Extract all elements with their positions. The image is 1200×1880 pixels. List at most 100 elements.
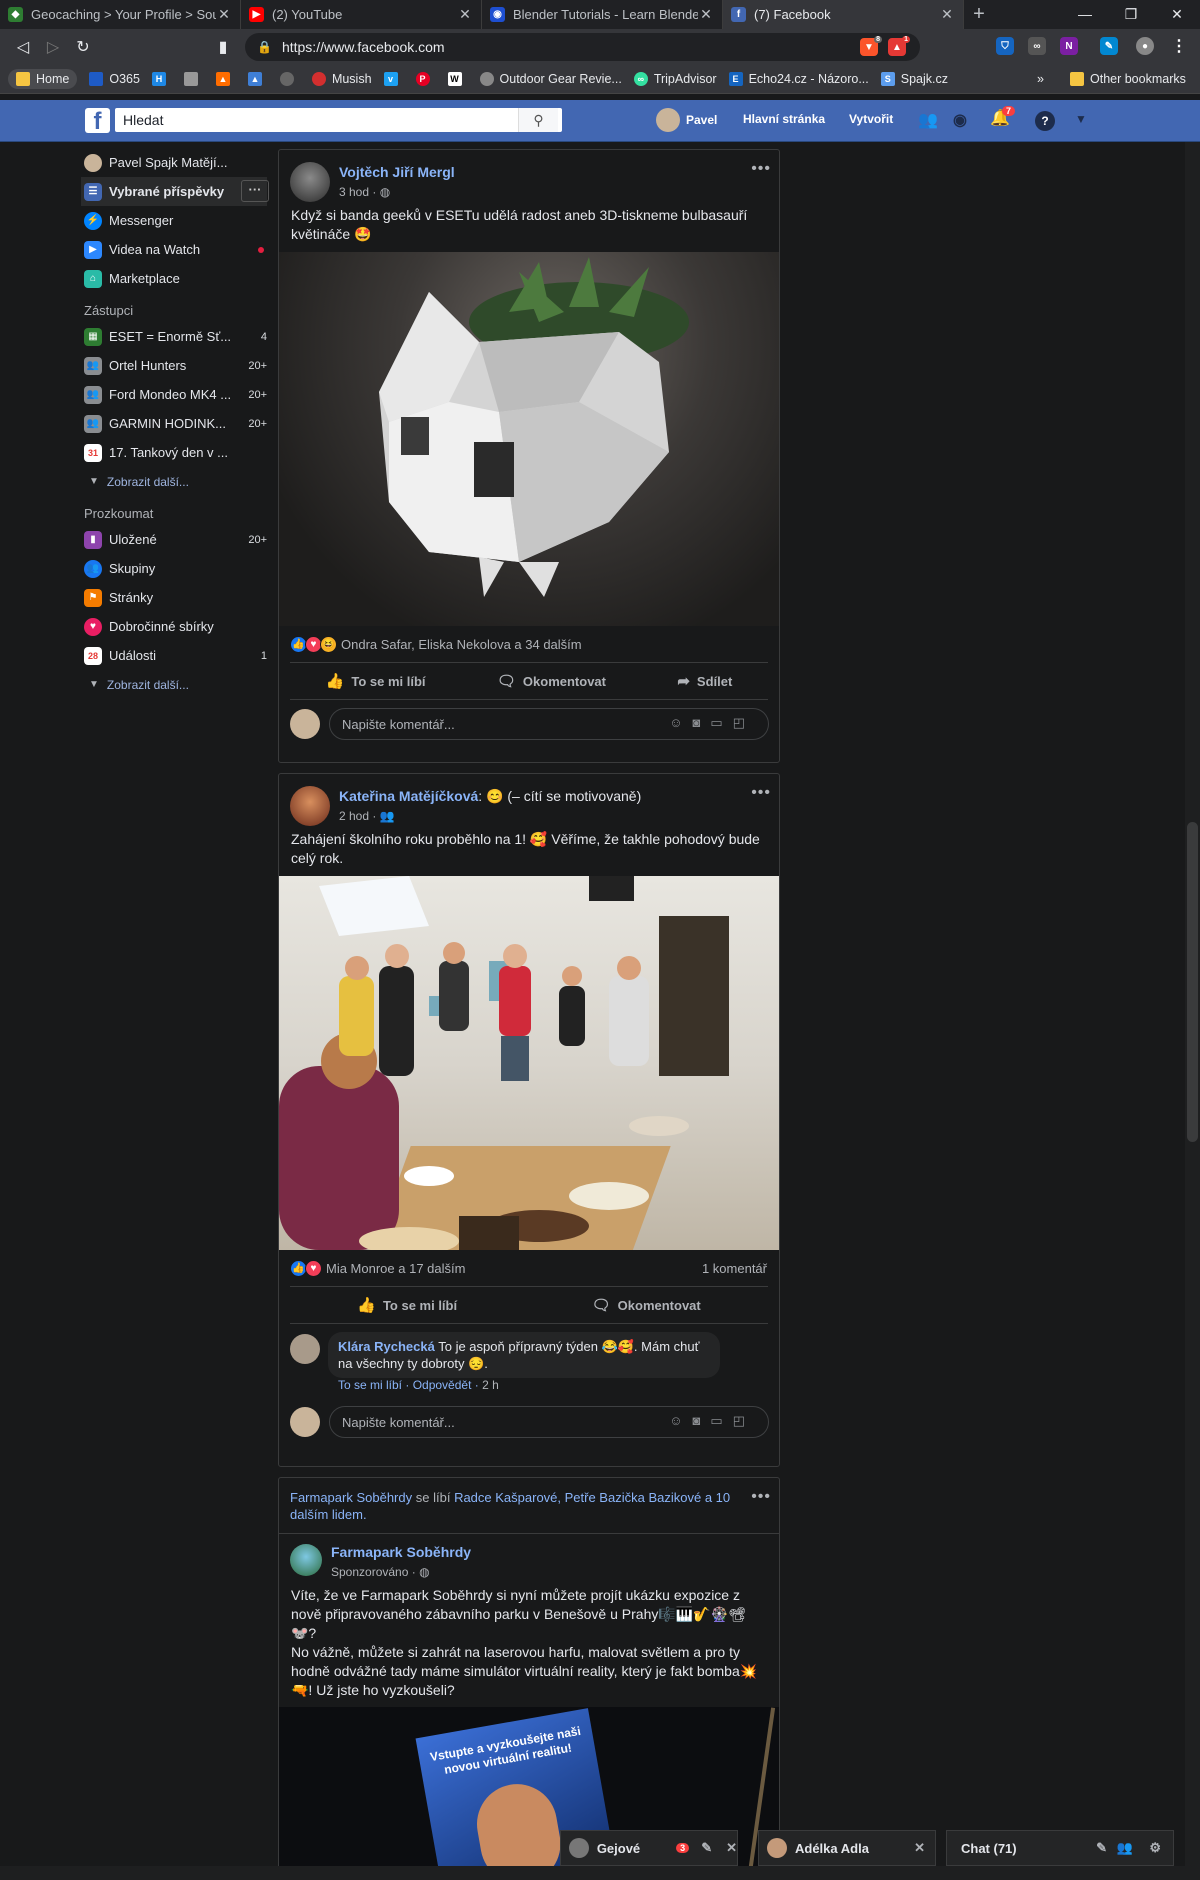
comment-time[interactable]: 2 h [482, 1378, 499, 1392]
sidebar-item-saved[interactable]: ▮ Uložené 20+ [84, 525, 267, 554]
bookmark-wikipedia[interactable]: W [447, 72, 468, 86]
sidebar-item-messenger[interactable]: ⚡ Messenger [84, 206, 267, 235]
show-more-explore[interactable]: ▼ Zobrazit další... [84, 670, 267, 699]
close-icon[interactable]: ✕ [726, 1840, 737, 1856]
brave-shield-icon[interactable]: 8 ▼ [860, 36, 882, 56]
bookmark-home[interactable]: Home [8, 69, 78, 89]
comments-count[interactable]: 1 komentář [702, 1261, 767, 1276]
bookmark-apple[interactable] [183, 72, 204, 86]
messenger-icon[interactable]: ◉ [953, 110, 967, 130]
tab-youtube[interactable]: ▶ (2) YouTube ✕ [241, 0, 482, 29]
context-page-link[interactable]: Farmapark Soběhrdy [290, 1490, 412, 1505]
help-icon[interactable]: ? [1035, 111, 1055, 131]
profile-link[interactable]: Pavel [656, 108, 717, 132]
home-link[interactable]: Hlavní stránka [743, 112, 825, 126]
sidebar-item-watch[interactable]: ▶ Videa na Watch [84, 235, 267, 264]
comment-author[interactable]: Klára Rychecká [338, 1339, 435, 1354]
comment-like-link[interactable]: To se mi líbí [338, 1378, 402, 1392]
other-bookmarks[interactable]: Other bookmarks [1070, 72, 1186, 86]
account-menu-icon[interactable]: ▼ [1075, 112, 1087, 126]
minimize-icon[interactable]: — [1062, 0, 1108, 29]
close-icon[interactable]: ✕ [914, 1840, 925, 1856]
bookmark-vimeo[interactable]: v [383, 72, 404, 86]
sidebar-item-garmin[interactable]: 👥 GARMIN HODINK... 20+ [84, 409, 267, 438]
avatar[interactable] [290, 162, 330, 202]
extension-icon[interactable]: ✎ [1100, 37, 1118, 55]
search-icon[interactable]: ⚲ [518, 108, 558, 132]
close-icon[interactable]: ✕ [457, 6, 473, 23]
back-icon[interactable]: ◁ [8, 37, 38, 57]
group-icon[interactable]: 👥 [1117, 1840, 1133, 1856]
post-author[interactable]: Kateřina Matějíčková: 😊 (– cítí se motiv… [339, 788, 641, 805]
post-time[interactable]: 2 hod · 👥 [339, 809, 395, 823]
compose-icon[interactable]: ✎ [1096, 1840, 1107, 1856]
camera-icon[interactable]: ◙ [693, 1413, 711, 1428]
comment-button[interactable]: 🗨 Okomentovat [497, 672, 606, 690]
brave-rewards-icon[interactable]: ▲ 1 [888, 36, 910, 56]
bookmark-pinterest[interactable]: P [415, 72, 436, 86]
create-link[interactable]: Vytvořit [849, 112, 893, 126]
post-author[interactable]: Farmapark Soběhrdy [331, 1544, 471, 1560]
bookmark-spajk[interactable]: S Spajk.cz [880, 72, 948, 86]
sidebar-item-ford-mondeo[interactable]: 👥 Ford Mondeo MK4 ... 20+ [84, 380, 267, 409]
camera-icon[interactable]: ◙ [693, 715, 711, 730]
share-button[interactable]: ➦ Sdílet [677, 672, 732, 690]
reactions-summary[interactable]: 👍 ♥ 😆 Ondra Safar, Eliska Nekolova a 34 … [279, 626, 779, 662]
close-icon[interactable]: ✕ [216, 6, 232, 23]
more-options-button[interactable]: ··· [241, 180, 269, 202]
sidebar-item-tank-day[interactable]: 31 17. Tankový den v ... [84, 438, 267, 467]
sidebar-item-fundraisers[interactable]: ♥ Dobročinné sbírky [84, 612, 267, 641]
close-icon[interactable]: ✕ [939, 6, 955, 23]
sidebar-item-marketplace[interactable]: ⌂ Marketplace [84, 264, 267, 293]
extension-shield-icon[interactable]: ⛉ [996, 37, 1014, 55]
friend-requests-icon[interactable]: 👥 [918, 110, 938, 130]
tab-blender[interactable]: ◉ Blender Tutorials - Learn Blender ✕ [482, 0, 723, 29]
tab-facebook[interactable]: f (7) Facebook ✕ [723, 0, 964, 29]
bookmark-icon-3[interactable]: ▲ [215, 72, 236, 86]
close-window-icon[interactable]: ✕ [1154, 0, 1200, 29]
emoji-icon[interactable]: ☺ [669, 715, 692, 730]
post-author[interactable]: Vojtěch Jiří Mergl [339, 164, 455, 180]
post-image[interactable] [279, 252, 779, 626]
sticker-icon[interactable]: ◰ [733, 1413, 755, 1428]
bookmarks-overflow-button[interactable]: » [1037, 72, 1044, 86]
gif-icon[interactable]: ▭ [710, 715, 732, 730]
horizontal-scrollbar[interactable] [0, 1866, 1200, 1880]
tab-geocaching[interactable]: ◆ Geocaching > Your Profile > Souv ✕ [0, 0, 241, 29]
extension-glasses-icon[interactable]: ∞ [1028, 37, 1046, 55]
bookmark-o365[interactable]: O365 [89, 72, 140, 86]
show-more-shortcuts[interactable]: ▼ Zobrazit další... [84, 467, 267, 496]
sticker-icon[interactable]: ◰ [733, 715, 755, 730]
more-options-icon[interactable]: ••• [751, 784, 771, 802]
comment-button[interactable]: 🗨 Okomentovat [592, 1296, 701, 1314]
notifications-icon[interactable]: 🔔 7 [990, 106, 1016, 128]
sidebar-item-eset[interactable]: ▦ ESET = Enormě Sť... 4 [84, 322, 267, 351]
search-input[interactable]: Hledat ⚲ [115, 108, 562, 132]
chat-sidebar-toggle[interactable]: Chat (71) ✎ 👥 ⚙ [946, 1830, 1174, 1866]
profile-icon[interactable]: ● [1136, 37, 1154, 55]
vertical-scrollbar[interactable] [1185, 142, 1200, 1867]
sidebar-profile[interactable]: Pavel Spajk Matějí... [84, 148, 267, 177]
new-tab-button[interactable]: + [964, 0, 994, 29]
reactions-summary[interactable]: 👍 ♥ Mia Monroe a 17 dalším 1 komentář [279, 1250, 779, 1286]
like-button[interactable]: 👍 To se mi líbí [357, 1296, 457, 1314]
bookmark-outdoor-gear[interactable]: Outdoor Gear Revie... [479, 72, 622, 86]
forward-icon[interactable]: ▷ [38, 37, 68, 57]
avatar[interactable] [290, 786, 330, 826]
bookmark-echo24[interactable]: E Echo24.cz - Názoro... [728, 72, 869, 86]
like-button[interactable]: 👍 To se mi líbí [326, 672, 426, 690]
sidebar-item-news-feed[interactable]: ☰ Vybrané příspěvky ··· [81, 177, 269, 206]
reload-icon[interactable]: ↻ [68, 37, 98, 57]
mute-icon[interactable]: ✎ [701, 1840, 712, 1856]
menu-icon[interactable]: ⋮ [1170, 37, 1188, 55]
facebook-logo[interactable]: f [85, 108, 110, 135]
post-time[interactable]: 3 hod · ◍ [339, 185, 390, 199]
more-options-icon[interactable]: ••• [751, 160, 771, 178]
sidebar-item-events[interactable]: 28 Události 1 [84, 641, 267, 670]
emoji-icon[interactable]: ☺ [669, 1413, 692, 1428]
chat-tab-gejove[interactable]: Gejové 3 ✎ ✕ [560, 1830, 738, 1866]
page-logo[interactable] [290, 1544, 322, 1576]
scrollbar-thumb[interactable] [1187, 822, 1198, 1142]
gear-icon[interactable]: ⚙ [1149, 1840, 1161, 1856]
sidebar-item-pages[interactable]: ⚑ Stránky [84, 583, 267, 612]
